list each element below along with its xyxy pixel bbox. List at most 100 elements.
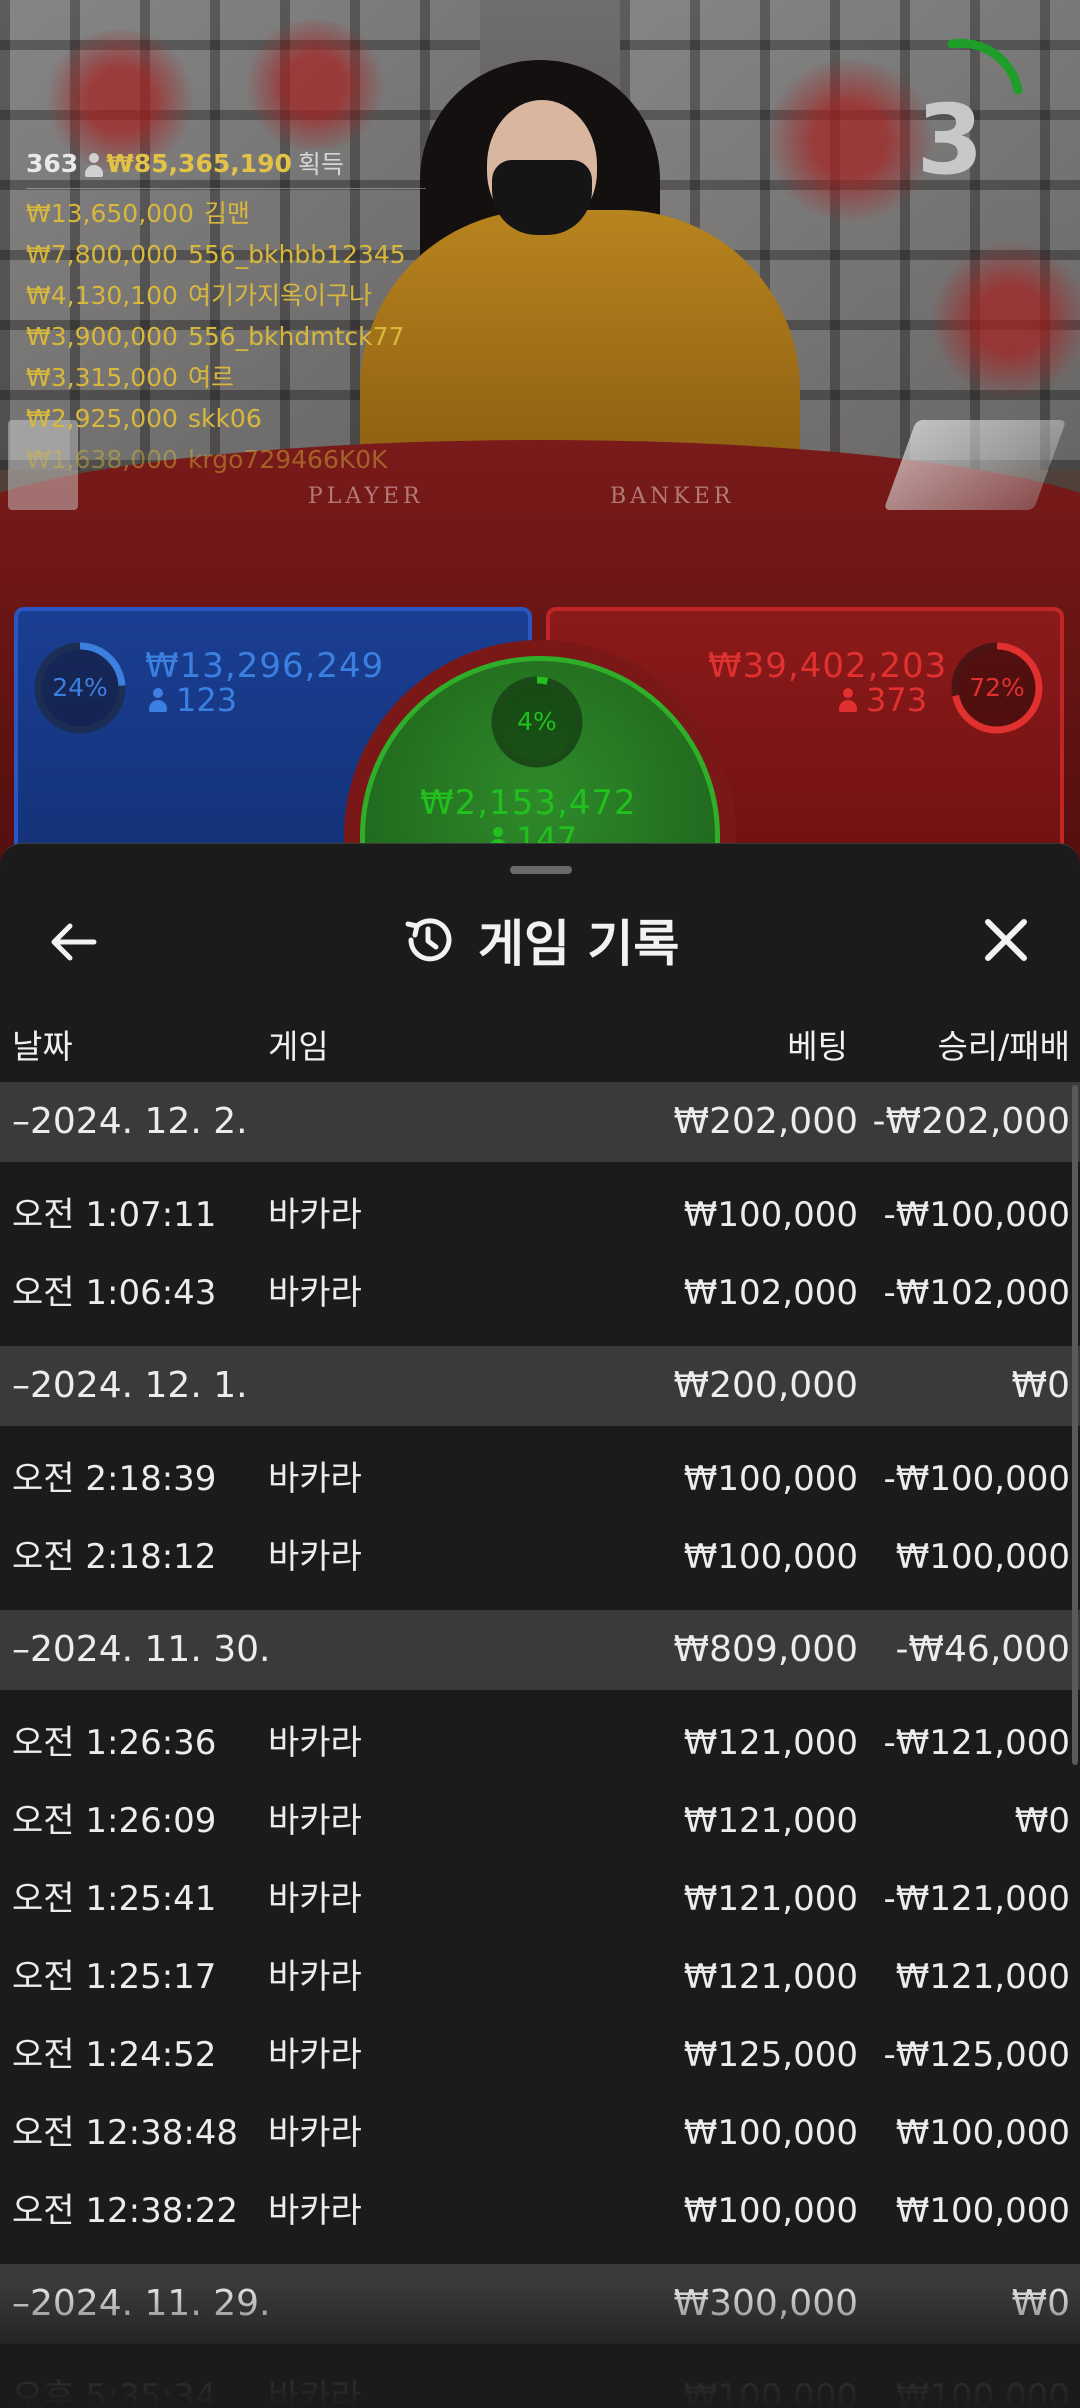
player-bettor-count: 123: [148, 681, 237, 719]
player-count-value: 123: [176, 681, 238, 719]
table-row[interactable]: 오전 2:18:39 바카라 ₩100,000 -₩100,000: [0, 1440, 1080, 1518]
sheet-header: 게임 기록: [400, 900, 679, 980]
group-bet-total: ₩300,000: [673, 2283, 858, 2324]
close-button[interactable]: [966, 900, 1046, 980]
table-row[interactable]: 오전 1:06:43 바카라 ₩102,000 -₩102,000: [0, 1254, 1080, 1332]
table-row[interactable]: 오전 1:07:11 바카라 ₩100,000 -₩100,000: [0, 1176, 1080, 1254]
row-bet: ₩125,000: [683, 2035, 858, 2075]
column-header-bet: 베팅: [787, 1027, 848, 1066]
row-bet: ₩121,000: [683, 1879, 858, 1919]
winner-amount: ₩7,800,000: [26, 240, 178, 269]
row-win-loss: -₩125,000: [883, 2035, 1071, 2075]
date-group-row[interactable]: –2024. 12. 2. ₩202,000 -₩202,000: [0, 1082, 1080, 1162]
row-spacer: [0, 1690, 1080, 1704]
row-time: 오전 12:38:22: [12, 2191, 239, 2231]
history-table: –2024. 12. 2. ₩202,000 -₩202,000 오전 1:07:11…: [0, 1082, 1080, 2408]
row-win-loss: -₩100,000: [883, 1195, 1071, 1235]
table-row[interactable]: 오전 1:25:17 바카라 ₩121,000 ₩121,000: [0, 1938, 1080, 2016]
group-date: –2024. 12. 1.: [12, 1365, 248, 1406]
row-win-loss: ₩121,000: [895, 1957, 1070, 1997]
player-percent: 24%: [52, 673, 108, 702]
row-game: 바카라: [268, 2377, 362, 2408]
winner-name: 556_bkhdmtck77: [187, 322, 405, 351]
scrollbar[interactable]: [1072, 1085, 1078, 1765]
winner-item: ₩3,315,000 여르: [26, 357, 406, 398]
banker-bettor-count: 373: [838, 681, 927, 719]
winner-name: skk06: [187, 404, 262, 433]
close-icon: [985, 919, 1027, 961]
row-game: 바카라: [268, 1957, 362, 1997]
row-game: 바카라: [268, 1459, 362, 1499]
user-icon: [148, 688, 168, 712]
table-row[interactable]: 오전 1:26:36 바카라 ₩121,000 -₩121,000: [0, 1704, 1080, 1782]
column-header-date: 날짜: [12, 1027, 73, 1066]
row-time: 오전 1:07:11: [12, 1195, 217, 1235]
group-bet-total: ₩809,000: [673, 1629, 858, 1670]
game-history-sheet: 게임 기록 날짜 게임 베팅 승리/패배 –2024. 12. 2. ₩202,0…: [0, 843, 1080, 2408]
row-bet: ₩100,000: [683, 1459, 858, 1499]
winner-name: 556_bkhbb12345: [187, 240, 406, 269]
user-icon: [838, 688, 858, 712]
back-button[interactable]: [36, 900, 116, 980]
winner-amount: ₩4,130,100: [26, 281, 178, 310]
winners-summary: 363 ₩85,365,190 획득: [26, 145, 344, 181]
row-game: 바카라: [268, 2035, 362, 2075]
banker-bet-amount: ₩39,402,203: [708, 646, 948, 686]
group-bet-total: ₩200,000: [673, 1365, 858, 1406]
date-group-row[interactable]: –2024. 11. 30. ₩809,000 -₩46,000: [0, 1610, 1080, 1690]
row-time: 오전 1:24:52: [12, 2035, 217, 2075]
row-win-loss: -₩100,000: [883, 1459, 1071, 1499]
winner-item: ₩13,650,000 김맨: [26, 193, 406, 234]
row-time: 오전 1:25:17: [12, 1957, 217, 1997]
row-bet: ₩100,000: [683, 2377, 858, 2408]
winner-amount: ₩3,315,000: [26, 363, 178, 392]
group-bet-total: ₩202,000: [673, 1101, 858, 1142]
row-bet: ₩121,000: [683, 1801, 858, 1841]
row-bet: ₩121,000: [683, 1723, 858, 1763]
row-win-loss: -₩121,000: [883, 1723, 1071, 1763]
date-group-row[interactable]: –2024. 12. 1. ₩200,000 ₩0: [0, 1346, 1080, 1426]
row-bet: ₩102,000: [683, 1273, 858, 1313]
winners-divider: [26, 188, 426, 189]
table-row[interactable]: 오전 1:25:41 바카라 ₩121,000 -₩121,000: [0, 1860, 1080, 1938]
row-time: 오전 1:06:43: [12, 1273, 217, 1313]
row-spacer: [0, 1426, 1080, 1440]
winner-item: ₩3,900,000 556_bkhdmtck77: [26, 316, 406, 357]
table-label-player: PLAYER: [308, 484, 424, 509]
table-row[interactable]: 오전 2:18:12 바카라 ₩100,000 ₩100,000: [0, 1518, 1080, 1596]
table-row[interactable]: 오전 1:26:09 바카라 ₩121,000 ₩0: [0, 1782, 1080, 1860]
row-win-loss: ₩100,000: [895, 2191, 1070, 2231]
date-group-row[interactable]: –2024. 11. 29. ₩300,000 ₩0: [0, 2264, 1080, 2344]
row-time: 오전 2:18:12: [12, 1537, 217, 1577]
row-spacer: [0, 1162, 1080, 1176]
table-row[interactable]: 오전 12:38:22 바카라 ₩100,000 ₩100,000: [0, 2172, 1080, 2250]
winner-item: ₩7,800,000 556_bkhbb12345: [26, 234, 406, 275]
drag-handle[interactable]: [510, 866, 572, 874]
winners-suffix: 획득: [297, 150, 344, 179]
column-header-game: 게임: [268, 1027, 329, 1066]
table-row[interactable]: 오전 12:38:48 바카라 ₩100,000 ₩100,000: [0, 2094, 1080, 2172]
winners-count: 363: [26, 148, 79, 178]
group-win-loss-total: ₩0: [1011, 1365, 1071, 1406]
table-row[interactable]: 오전 1:24:52 바카라 ₩125,000 -₩125,000: [0, 2016, 1080, 2094]
row-game: 바카라: [268, 1879, 362, 1919]
winner-amount: ₩1,638,000: [26, 445, 178, 474]
blossom-decoration: [930, 240, 1080, 400]
tie-percent: 4%: [517, 707, 557, 736]
table-row[interactable]: 오후 5:35:34 바카라 ₩100,000 ₩100,000: [0, 2358, 1080, 2408]
row-game: 바카라: [268, 2113, 362, 2153]
table-label-banker: BANKER: [610, 484, 735, 509]
row-win-loss: -₩121,000: [883, 1879, 1071, 1919]
row-win-loss: ₩0: [1014, 1801, 1070, 1841]
winner-amount: ₩13,650,000: [26, 199, 194, 228]
row-bet: ₩100,000: [683, 1537, 858, 1577]
row-bet: ₩121,000: [683, 1957, 858, 1997]
winner-name: 여르: [187, 363, 234, 392]
row-game: 바카라: [268, 1195, 362, 1235]
group-win-loss-total: ₩0: [1011, 2283, 1071, 2324]
row-game: 바카라: [268, 2191, 362, 2231]
row-game: 바카라: [268, 1723, 362, 1763]
row-time: 오전 2:18:39: [12, 1459, 217, 1499]
winner-item: ₩4,130,100 여기가지옥이구나: [26, 275, 406, 316]
row-win-loss: -₩102,000: [883, 1273, 1071, 1313]
